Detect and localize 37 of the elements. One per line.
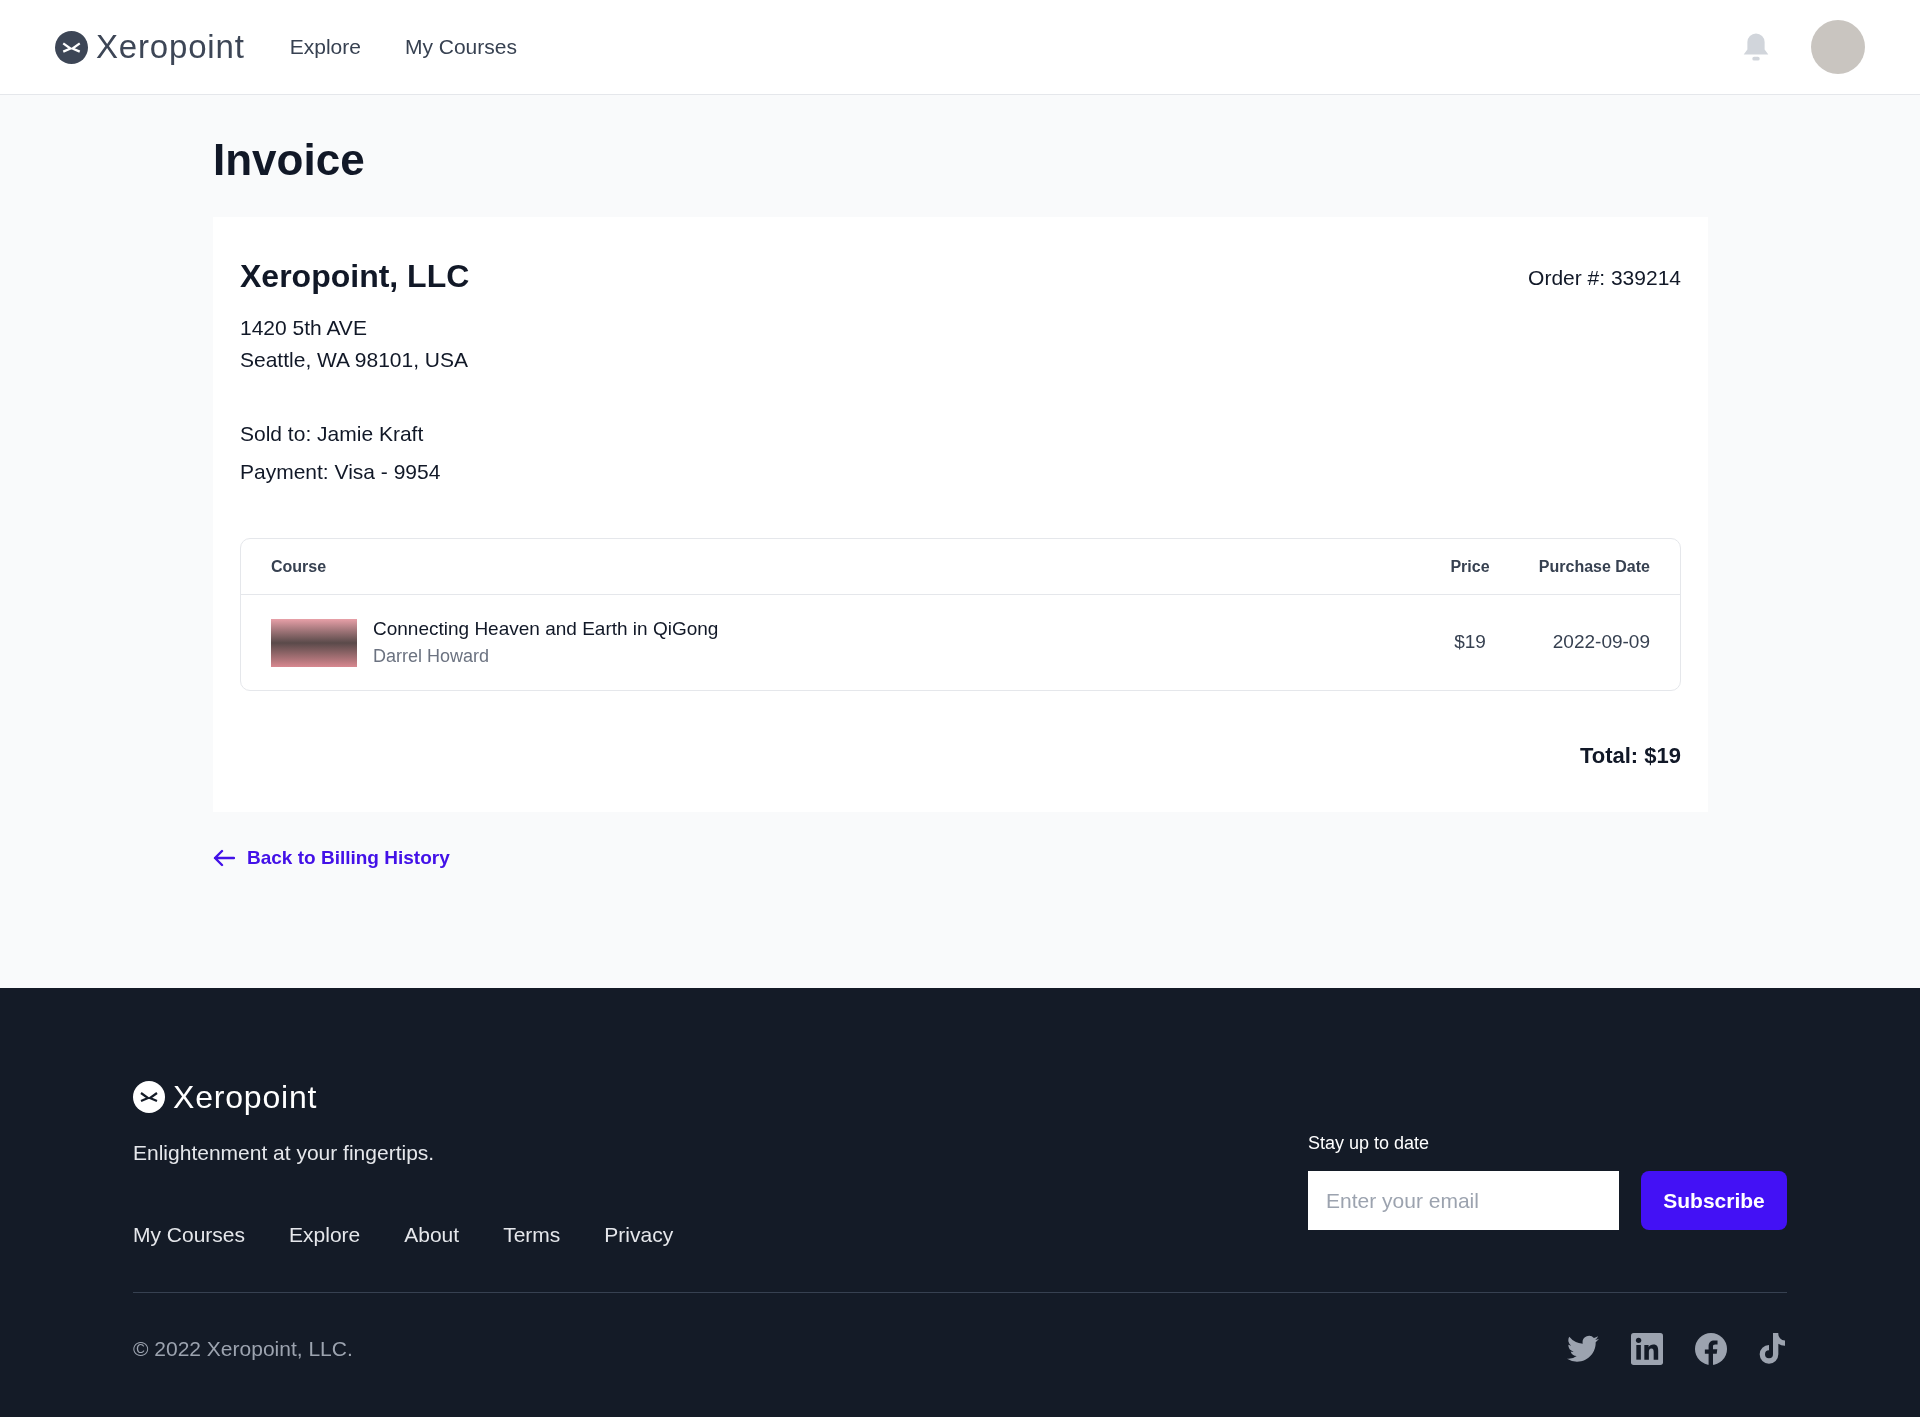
footer-link[interactable]: Privacy [604, 1218, 674, 1250]
order-number: Order #: 339214 [1528, 265, 1681, 291]
page-title: Invoice [213, 134, 366, 186]
brand-name[interactable]: Xeropoint [173, 1073, 318, 1121]
tagline: Enlightenment at your fingertips. [133, 1140, 436, 1166]
logo-icon [133, 1081, 165, 1113]
footer-link[interactable]: Terms [503, 1218, 561, 1250]
footer-link[interactable]: Explore [289, 1218, 361, 1250]
course-author: Darrel Howard [373, 645, 491, 669]
address-line: Seattle, WA 98101, USA [240, 347, 470, 373]
nav-link[interactable]: Explore [289, 31, 361, 63]
address-line: 1420 5th AVE [240, 315, 368, 341]
newsletter-label: Stay up to date [1308, 1132, 1431, 1155]
sold-to: Sold to: Jamie Kraft [240, 421, 425, 447]
logo-icon [55, 30, 88, 64]
linkedin-icon[interactable] [1631, 1333, 1663, 1365]
course-title[interactable]: Connecting Heaven and Earth in QiGong [373, 614, 1440, 644]
column-header: Purchase Date [1537, 556, 1650, 577]
nav-link[interactable]: My Courses [404, 31, 517, 63]
copyright: © 2022 Xeropoint, LLC. [133, 1336, 353, 1363]
footer-link[interactable]: My Courses [133, 1218, 246, 1250]
twitter-icon[interactable] [1567, 1335, 1599, 1363]
price-cell-text: $19 [1453, 630, 1487, 655]
date-cell-text: 2022-09-09 [1551, 630, 1650, 655]
brand-name[interactable]: Xeropoint [96, 22, 245, 72]
back-link[interactable]: Back to Billing History [213, 844, 450, 873]
tiktok-icon[interactable] [1759, 1333, 1787, 1365]
column-header: Price [1449, 556, 1491, 577]
company-name: Xeropoint, LLC [240, 257, 470, 296]
footer-link[interactable]: About [404, 1218, 460, 1250]
total-amount: Total: $19 [1579, 742, 1681, 770]
payment-method: Payment: Visa - 9954 [240, 459, 442, 485]
subscribe-button[interactable]: Subscribe [1641, 1171, 1787, 1230]
facebook-icon[interactable] [1695, 1333, 1727, 1365]
arrow-left-icon [213, 849, 235, 868]
column-header: Course [271, 556, 328, 577]
email-field[interactable]: Enter your email [1308, 1171, 1619, 1230]
